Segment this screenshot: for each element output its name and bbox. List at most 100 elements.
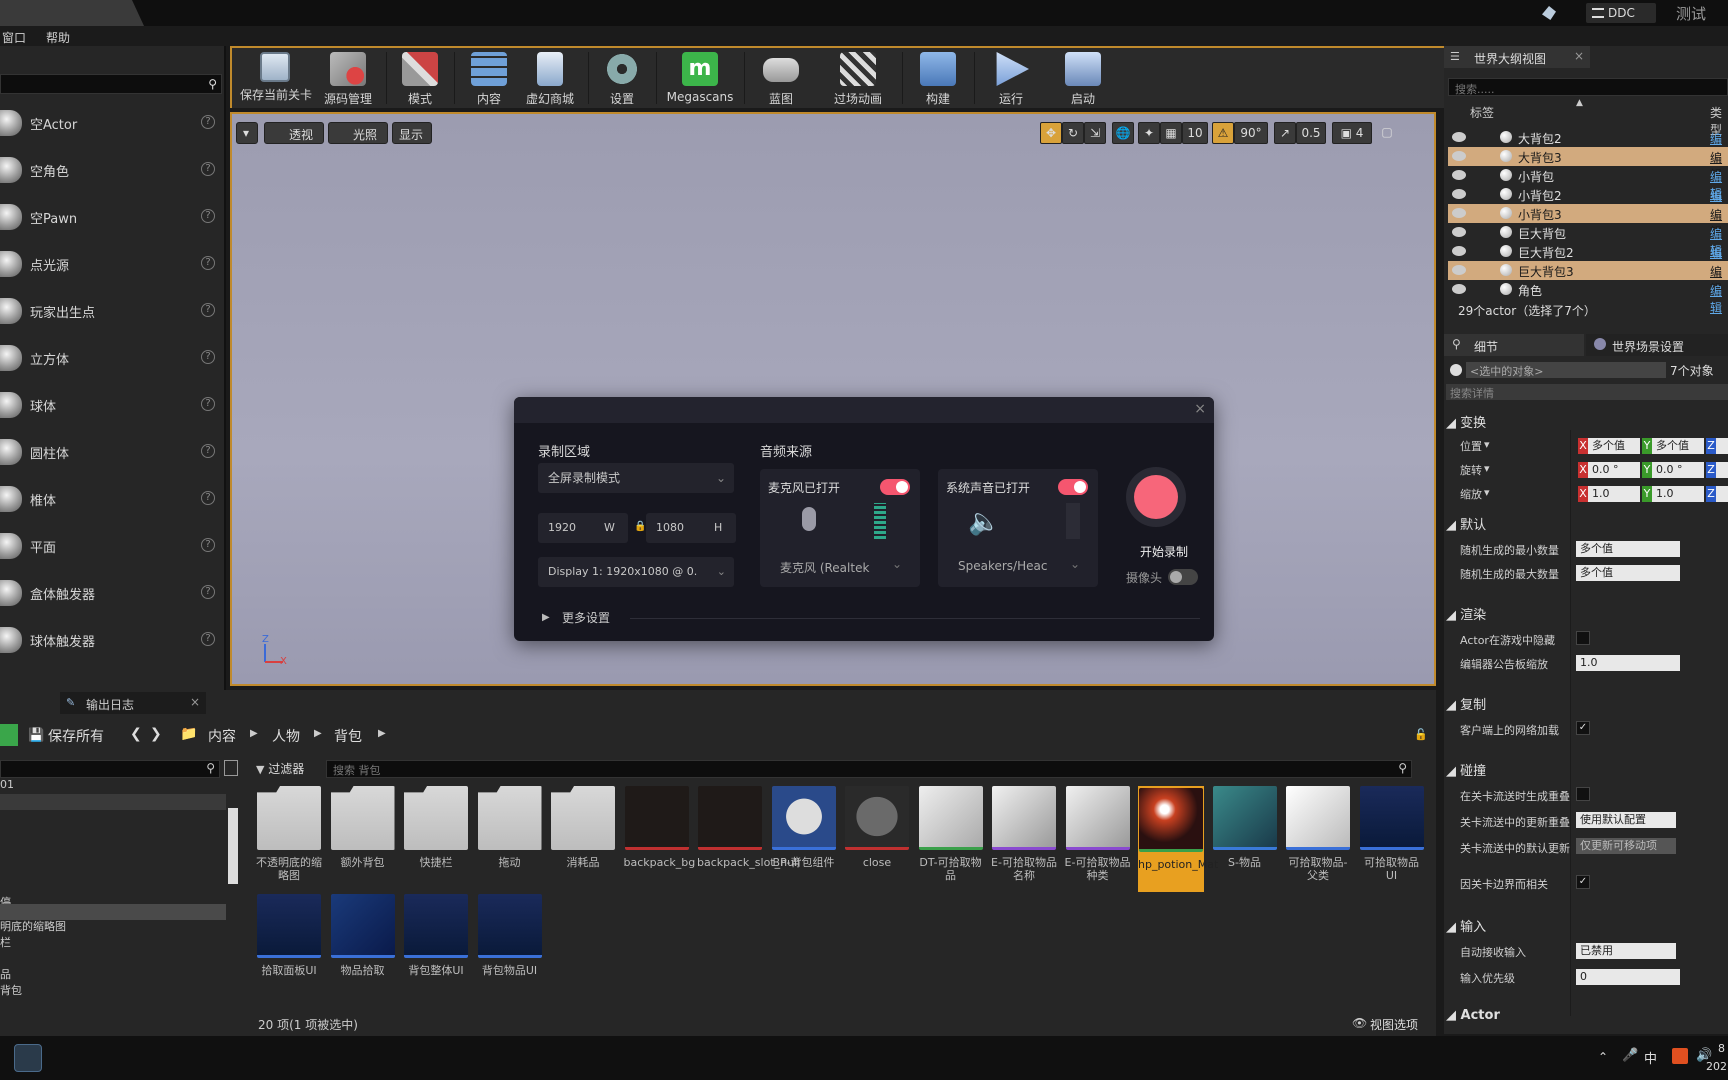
outliner-row[interactable]: 角色 编辑 xyxy=(1448,280,1728,315)
asset-item[interactable]: 可拾取物品UI xyxy=(1359,786,1425,882)
source-control-button[interactable]: 源码管理 xyxy=(316,52,380,108)
start-record-button[interactable] xyxy=(1126,467,1186,527)
cinematics-button[interactable]: 过场动画 xyxy=(820,52,896,108)
content-button[interactable]: 内容 xyxy=(464,52,514,108)
speaker-device-label[interactable]: Speakers/Heac xyxy=(958,559,1047,573)
outliner-row[interactable]: 巨大背包 编辑 xyxy=(1448,223,1728,258)
render-section[interactable]: ◢ 渲染 xyxy=(1446,604,1486,623)
rotate-tool-icon[interactable]: ↻ xyxy=(1062,122,1084,144)
rotation-dropdown-icon[interactable]: ▾ xyxy=(1484,462,1490,475)
grid-snap-icon[interactable]: ▦ xyxy=(1160,122,1182,144)
folder-tree-item[interactable]: 01 xyxy=(0,778,14,791)
transform-section[interactable]: ◢ 变换 xyxy=(1446,412,1486,431)
save-all-button[interactable]: 保存所有 xyxy=(48,726,104,746)
translate-tool-icon[interactable]: ✥ xyxy=(1040,122,1062,144)
settings-button[interactable]: 设置 xyxy=(594,52,650,108)
place-item[interactable]: 圆柱体? xyxy=(0,429,222,475)
billboard-scale-field[interactable]: 1.0 xyxy=(1576,655,1680,671)
asset-item[interactable]: 可拾取物品-父类 xyxy=(1285,786,1351,882)
visibility-eye-icon[interactable] xyxy=(1452,151,1466,161)
folder-item[interactable]: 额外背包 xyxy=(330,786,396,869)
place-item[interactable]: 点光源? xyxy=(0,241,222,287)
scale-tool-icon[interactable]: ⇲ xyxy=(1084,122,1106,144)
folder-tree-item[interactable]: 明底的缩略图 xyxy=(0,918,66,934)
folder-tree-item[interactable]: 品 xyxy=(0,966,11,982)
help-icon[interactable]: ? xyxy=(201,303,215,317)
folder-item[interactable]: 快捷栏 xyxy=(403,786,469,869)
record-mode-select[interactable]: 全屏录制模式 ⌄ xyxy=(538,463,734,493)
world-space-icon[interactable]: 🌐 xyxy=(1112,122,1134,144)
asset-item[interactable]: BP-背包组件 xyxy=(771,786,837,869)
marketplace-button[interactable]: 虚幻商城 xyxy=(522,52,578,108)
asset-item[interactable]: close xyxy=(844,786,910,869)
asset-item[interactable]: hp_potion_Mat xyxy=(1138,786,1218,892)
scale-dropdown-icon[interactable]: ▾ xyxy=(1484,486,1490,499)
column-label-header[interactable]: 标签 xyxy=(1470,104,1494,121)
location-dropdown-icon[interactable]: ▾ xyxy=(1484,438,1490,451)
asset-item[interactable]: backpack_bg xyxy=(624,786,695,869)
place-item[interactable]: 空Pawn? xyxy=(0,194,222,240)
help-icon[interactable]: ? xyxy=(201,444,215,458)
help-icon[interactable]: ? xyxy=(201,632,215,646)
details-tab[interactable]: ⚲ 细节 xyxy=(1444,334,1584,356)
visibility-eye-icon[interactable] xyxy=(1452,189,1466,199)
folder-item[interactable]: 不透明底的缩略图 xyxy=(256,786,322,882)
menu-window[interactable]: 窗口 xyxy=(2,29,26,46)
help-icon[interactable]: ? xyxy=(201,256,215,270)
scale-snap-icon[interactable]: ↗ xyxy=(1274,122,1296,144)
place-item[interactable]: 玩家出生点? xyxy=(0,288,222,334)
menu-help[interactable]: 帮助 xyxy=(46,29,70,46)
asset-item[interactable]: S-物品 xyxy=(1212,786,1278,869)
help-icon[interactable]: ? xyxy=(201,538,215,552)
help-icon[interactable]: ? xyxy=(201,162,215,176)
outliner-row[interactable]: 小背包2编辑 xyxy=(1448,185,1728,220)
collision-section[interactable]: ◢ 碰撞 xyxy=(1446,760,1486,779)
build-button[interactable]: 构建 xyxy=(908,52,968,108)
visibility-eye-icon[interactable] xyxy=(1452,132,1466,142)
world-settings-tab[interactable]: 世界场景设置 xyxy=(1586,334,1728,356)
location-x-field[interactable]: 多个值 xyxy=(1588,438,1640,454)
display-select[interactable]: Display 1: 1920x1080 @ 0. ⌄ xyxy=(538,557,734,587)
location-z-field[interactable] xyxy=(1716,438,1728,454)
help-icon[interactable]: ? xyxy=(201,585,215,599)
gen-overlap-checkbox[interactable] xyxy=(1576,787,1590,801)
net-load-checkbox[interactable]: ✓ xyxy=(1576,721,1590,735)
scale-y-field[interactable]: 1.0 xyxy=(1652,486,1704,502)
asset-item[interactable]: E-可拾取物品种类 xyxy=(1065,786,1131,882)
visibility-eye-icon[interactable] xyxy=(1452,227,1466,237)
asset-search-input[interactable]: 搜索 背包 ⚲ xyxy=(326,760,1412,778)
folder-tree-item[interactable]: 栏 xyxy=(0,934,11,950)
antivirus-icon[interactable] xyxy=(1672,1048,1688,1064)
close-icon[interactable]: × xyxy=(1194,401,1206,417)
place-item[interactable]: 球体触发器? xyxy=(0,617,222,663)
asset-item[interactable]: DT-可拾取物品 xyxy=(918,786,984,882)
close-icon[interactable]: × xyxy=(1574,49,1584,63)
replication-section[interactable]: ◢ 复制 xyxy=(1446,694,1486,713)
place-item[interactable]: 空Actor? xyxy=(0,100,222,146)
filters-button[interactable]: ▼ 过滤器 xyxy=(256,760,320,778)
rotation-snap-icon[interactable]: ⚠ xyxy=(1212,122,1234,144)
path-character[interactable]: 人物 xyxy=(272,726,300,746)
place-item[interactable]: 空角色? xyxy=(0,147,222,193)
outliner-row[interactable]: 巨大背包3 编辑 xyxy=(1448,261,1728,296)
microphone-icon[interactable]: 🎤 xyxy=(1622,1048,1638,1063)
help-icon[interactable]: ? xyxy=(201,209,215,223)
system-audio-toggle[interactable] xyxy=(1058,479,1088,495)
tree-search-input[interactable]: ⚲ xyxy=(0,760,220,778)
maximize-viewport-icon[interactable]: ▢ xyxy=(1378,122,1396,144)
visibility-eye-icon[interactable] xyxy=(1452,284,1466,294)
help-icon[interactable]: ? xyxy=(201,115,215,129)
input-priority-field[interactable]: 0 xyxy=(1576,969,1680,985)
rotation-snap-value[interactable]: 90° xyxy=(1234,122,1268,144)
asset-item[interactable]: backpack_slot_null xyxy=(697,786,800,869)
help-icon[interactable]: ? xyxy=(201,350,215,364)
app-icon[interactable] xyxy=(14,1044,42,1072)
expand-arrow-icon[interactable]: ▶ xyxy=(542,612,550,623)
place-item[interactable]: 平面? xyxy=(0,523,222,569)
play-button[interactable]: 运行 xyxy=(980,52,1042,108)
viewport-menu-button[interactable]: ▾ xyxy=(236,122,258,144)
details-search-input[interactable]: 搜索详情 xyxy=(1446,384,1728,400)
place-search-input[interactable]: ⚲ xyxy=(0,74,222,94)
lit-button[interactable]: 光照 xyxy=(328,122,388,144)
visibility-eye-icon[interactable] xyxy=(1452,246,1466,256)
